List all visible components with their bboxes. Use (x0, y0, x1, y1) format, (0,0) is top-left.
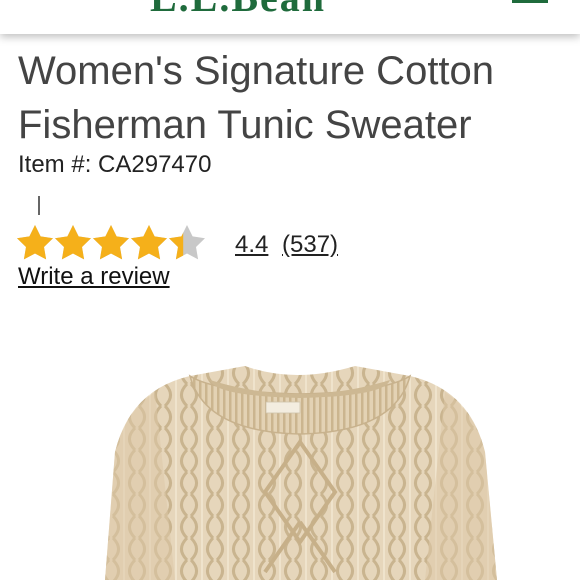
star-icon (55, 225, 91, 260)
divider (38, 196, 40, 215)
item-number: Item #: CA297470 (18, 151, 212, 178)
star-icon (93, 225, 129, 260)
product-image[interactable] (85, 362, 515, 580)
hamburger-menu-icon[interactable] (512, 0, 548, 6)
star-icon (17, 225, 53, 260)
rating-value-link[interactable]: 4.4 (235, 231, 268, 259)
brand-logo[interactable]: L.L.Bean (150, 0, 326, 21)
product-title: Women's Signature Cotton Fisherman Tunic… (18, 49, 495, 147)
site-header: L.L.Bean (0, 0, 580, 34)
star-rating[interactable] (16, 224, 206, 264)
review-count-link[interactable]: (537) (282, 231, 338, 259)
star-icon (131, 225, 167, 260)
star-icon (169, 225, 205, 260)
write-review-link[interactable]: Write a review (18, 263, 170, 291)
